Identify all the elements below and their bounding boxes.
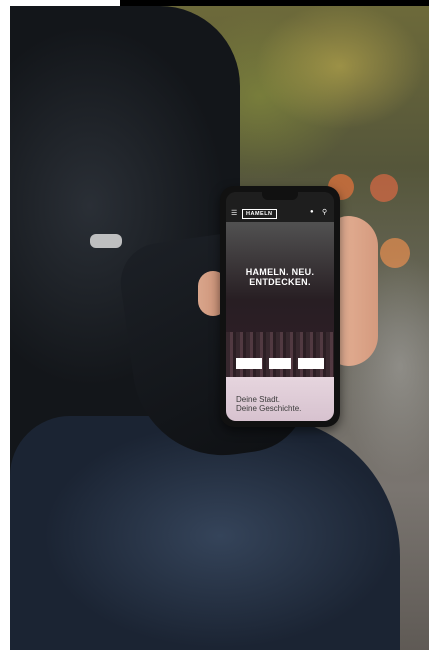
phone-notch <box>262 192 298 200</box>
smartphone: ☰ HAMELN ● ⚲ HAMELN. NEU. ENTDECKEN. Dei… <box>220 186 340 427</box>
hero-city-image <box>226 332 334 377</box>
photo-background: ☰ HAMELN ● ⚲ HAMELN. NEU. ENTDECKEN. Dei… <box>10 6 429 650</box>
hero-title: HAMELN. NEU. ENTDECKEN. <box>226 267 334 287</box>
hero-button[interactable] <box>236 358 262 369</box>
hero-button[interactable] <box>269 358 291 369</box>
hero-title-line2: ENTDECKEN. <box>249 277 311 287</box>
user-icon[interactable]: ● <box>310 209 314 215</box>
app-logo[interactable]: HAMELN <box>242 209 277 219</box>
footer-section: Deine Stadt. Deine Geschichte. <box>226 377 334 421</box>
footer-tagline: Deine Stadt. Deine Geschichte. <box>236 395 328 413</box>
bokeh-light <box>370 174 398 202</box>
hero-section: HAMELN. NEU. ENTDECKEN. <box>226 222 334 377</box>
hero-button[interactable] <box>298 358 324 369</box>
menu-icon[interactable]: ☰ <box>231 209 237 217</box>
hero-title-line1: HAMELN. NEU. <box>245 267 315 277</box>
phone-screen: ☰ HAMELN ● ⚲ HAMELN. NEU. ENTDECKEN. Dei… <box>226 192 334 421</box>
jacket-logo-patch <box>90 234 122 248</box>
footer-line2: Deine Geschichte. <box>236 404 302 413</box>
footer-line1: Deine Stadt. <box>236 395 281 404</box>
bokeh-light <box>380 238 410 268</box>
search-icon[interactable]: ⚲ <box>322 208 327 216</box>
